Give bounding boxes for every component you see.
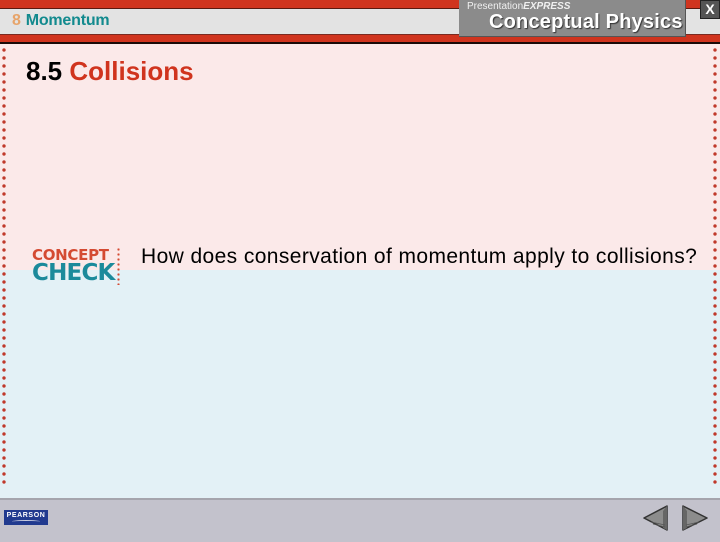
pearson-logo[interactable]: PEARSON bbox=[4, 510, 48, 525]
chapter-number: 8 bbox=[12, 12, 21, 29]
brand-title: Conceptual Physics bbox=[489, 11, 683, 33]
concept-check-badge: CONCEPT CHECK bbox=[32, 246, 122, 290]
previous-slide-button[interactable] bbox=[641, 503, 671, 533]
right-dotted-border bbox=[713, 46, 717, 484]
chapter-title: Momentum bbox=[25, 12, 110, 29]
close-button[interactable]: X bbox=[700, 0, 720, 19]
section-title: 8.5 Collisions bbox=[26, 56, 194, 87]
concept-question: How does conservation of momentum apply … bbox=[141, 245, 698, 268]
left-dotted-border bbox=[2, 46, 6, 484]
section-name: Collisions bbox=[69, 56, 194, 86]
badge-check-text: CHECK bbox=[32, 260, 115, 286]
footer-bar bbox=[0, 498, 720, 542]
triangle-right-icon bbox=[682, 505, 708, 531]
brand-logo: PresentationEXPRESS Conceptual Physics bbox=[459, 0, 686, 37]
next-slide-button[interactable] bbox=[680, 503, 710, 533]
section-number: 8.5 bbox=[26, 56, 63, 86]
badge-dotted-divider bbox=[117, 247, 120, 285]
chapter-heading: 8 Momentum bbox=[12, 12, 110, 30]
lower-panel bbox=[0, 270, 720, 498]
triangle-left-icon bbox=[643, 505, 668, 531]
